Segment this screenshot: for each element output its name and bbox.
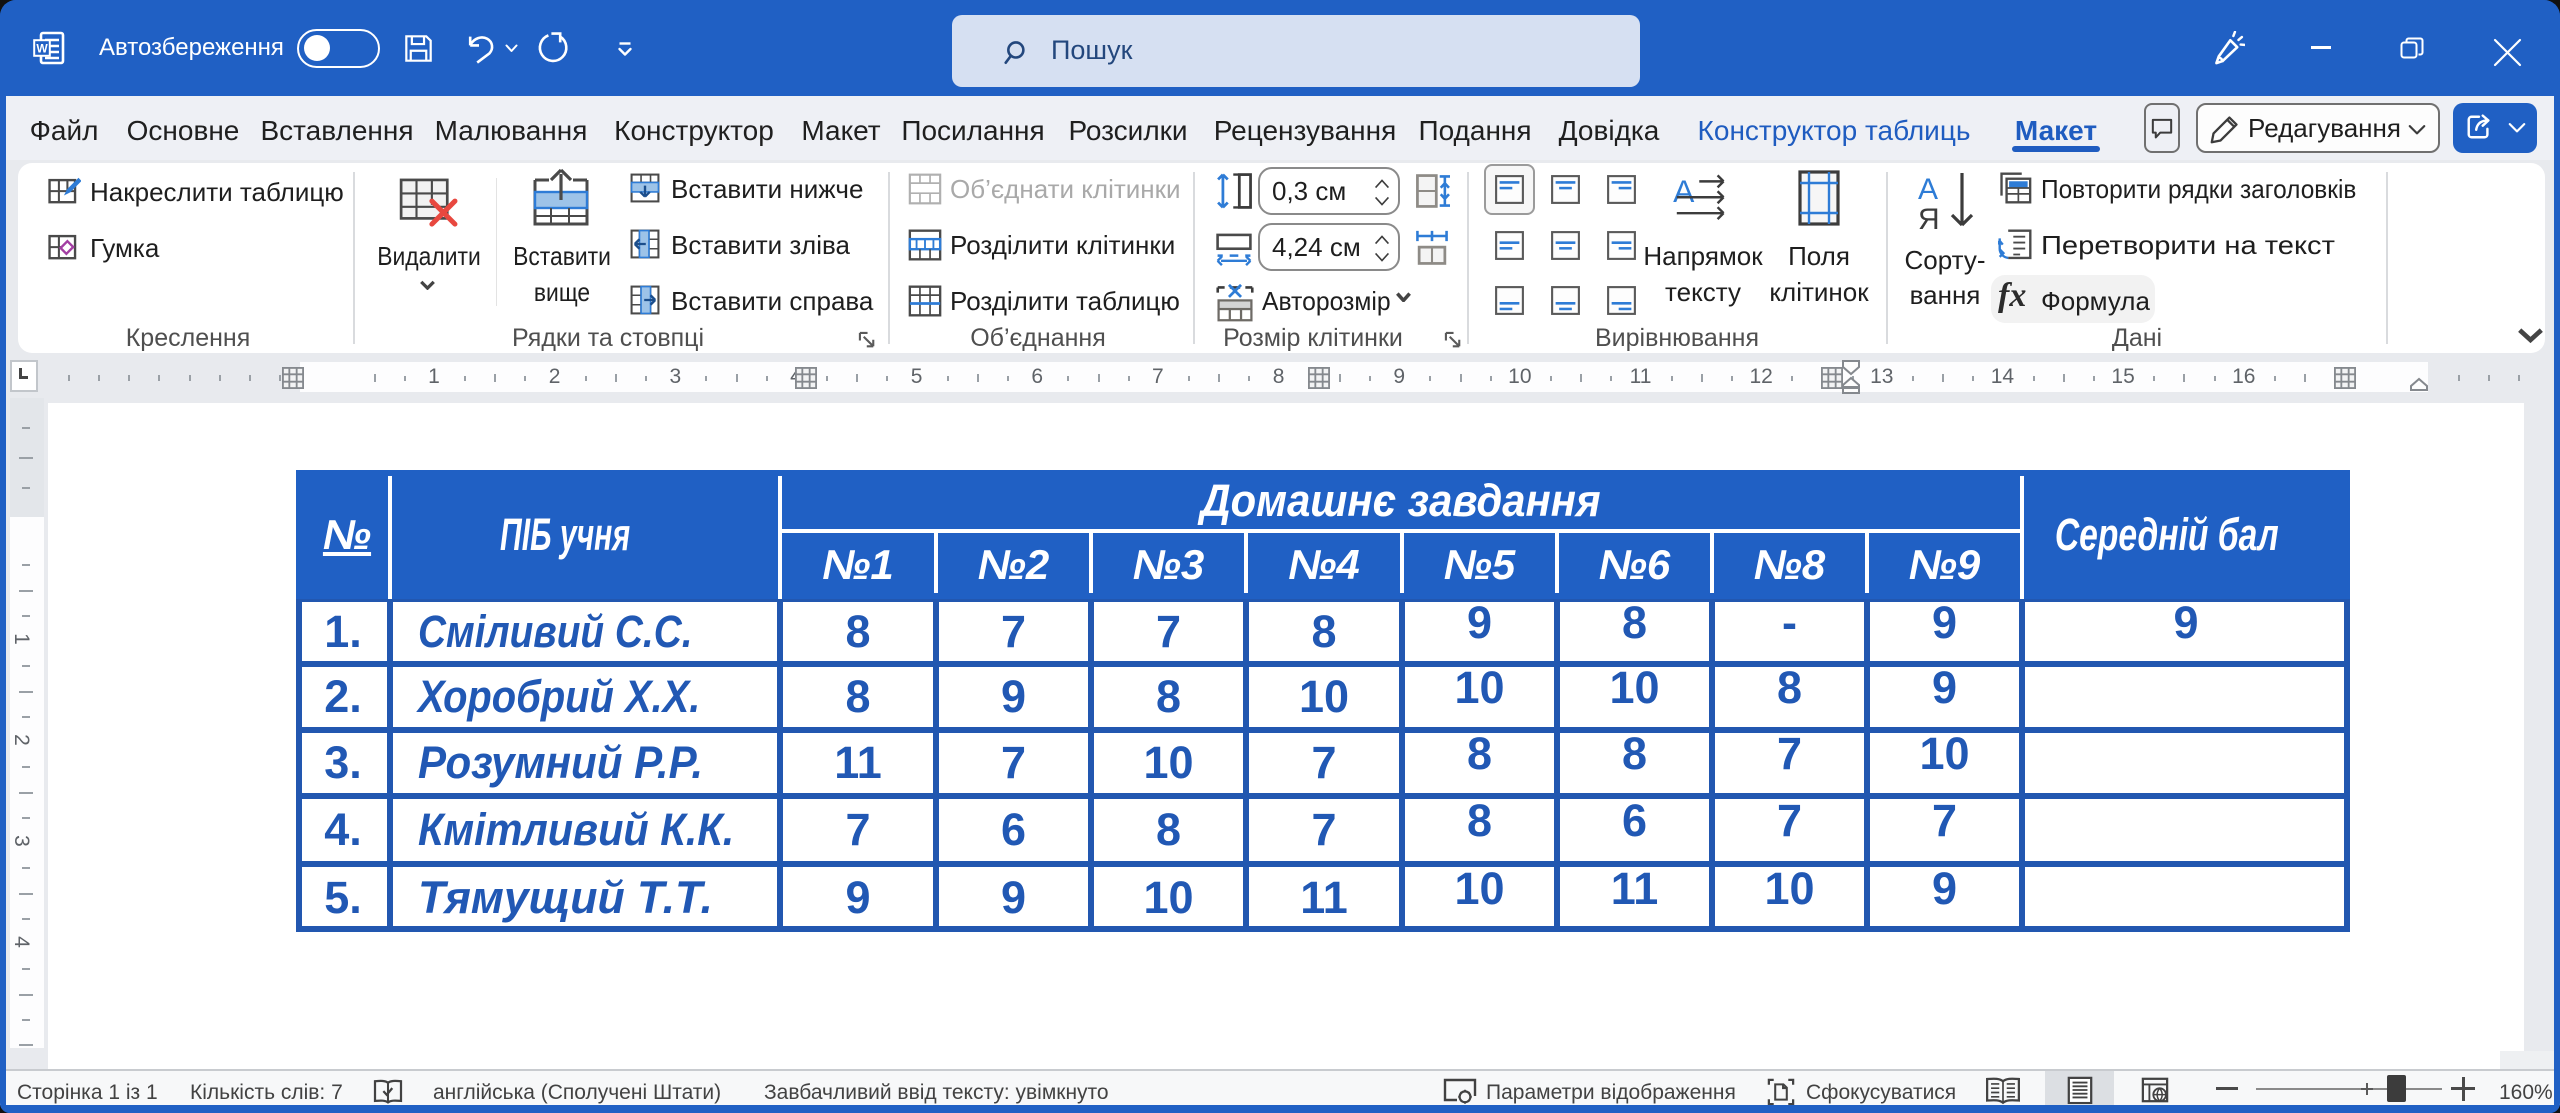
svg-text:А: А (1918, 173, 1938, 206)
svg-text:A: A (1673, 173, 1695, 209)
svg-text:Я: Я (1918, 203, 1940, 229)
